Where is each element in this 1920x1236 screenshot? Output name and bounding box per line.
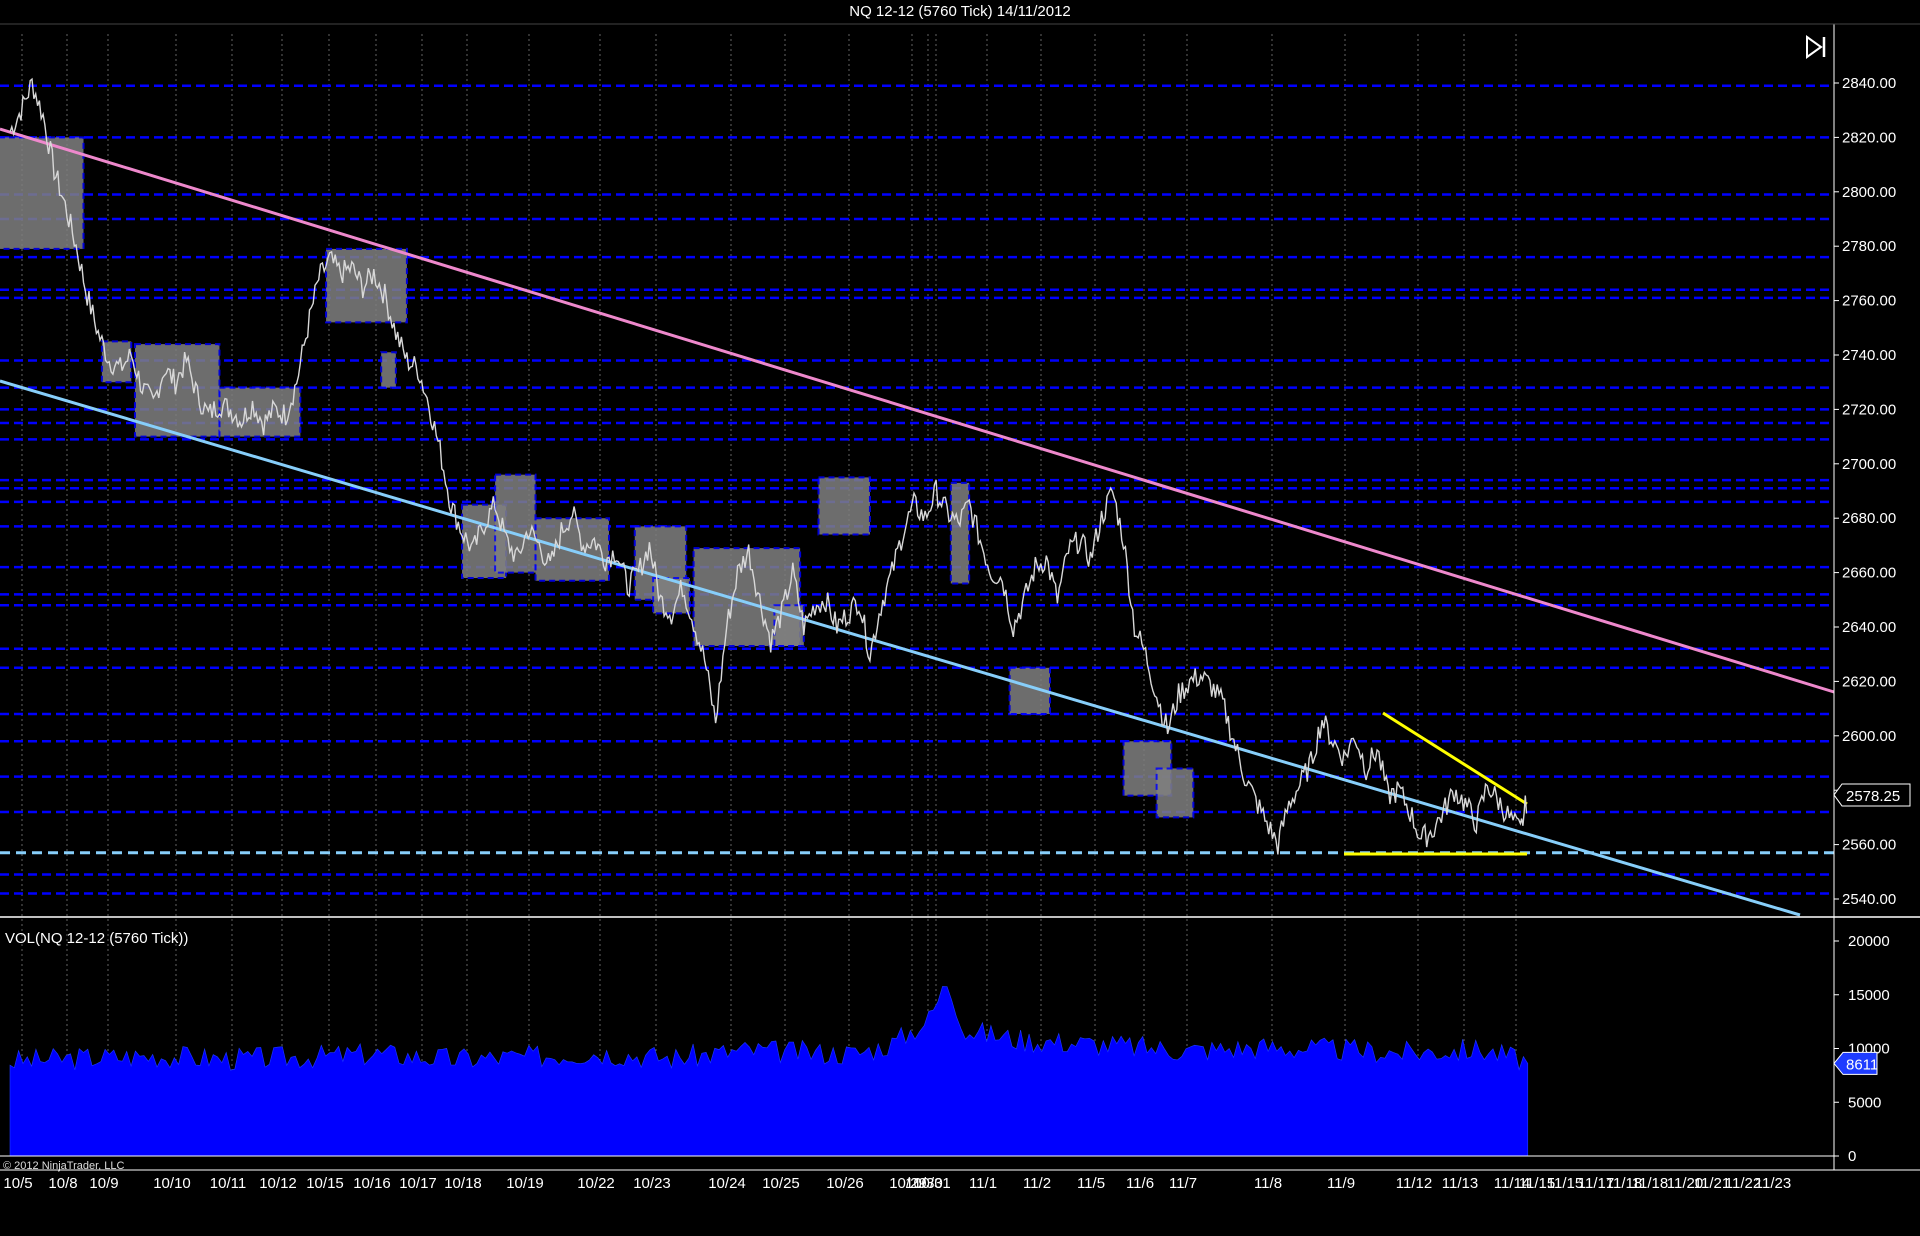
price-tick-label: 2800.00 — [1842, 184, 1896, 201]
price-tick-label: 2620.00 — [1842, 673, 1896, 690]
price-tick-label: 2600.00 — [1842, 728, 1896, 745]
date-label: 10/25 — [762, 1175, 800, 1192]
volume-tick-label: 0 — [1848, 1148, 1856, 1165]
value-area-box — [218, 386, 302, 438]
price-tick-label: 2780.00 — [1842, 238, 1896, 255]
date-label: 10/23 — [633, 1175, 671, 1192]
date-label: 10/16 — [353, 1175, 391, 1192]
date-label: 10/9 — [89, 1175, 118, 1192]
value-area-box — [1155, 767, 1195, 819]
date-label: 11/1 — [969, 1175, 997, 1192]
price-tick-label: 2840.00 — [1842, 75, 1896, 92]
last-volume-label: 8611 — [1846, 1056, 1878, 1073]
axes: 10/5 10/8 10/9 10/10 10/11 10/12 10/15 10/16 10/… — [0, 23, 1920, 1192]
date-label: 10/18 — [444, 1175, 482, 1192]
value-area-boxes — [0, 136, 1195, 819]
triangle-upper-line — [1382, 711, 1528, 806]
date-label: 10/22 — [577, 1175, 615, 1192]
value-area-box — [0, 136, 85, 250]
date-label: 10/26 — [826, 1175, 864, 1192]
date-label: 11/13 — [1442, 1175, 1478, 1192]
price-tick-label: 2540.00 — [1842, 891, 1896, 908]
date-label: 10/10 — [153, 1175, 191, 1192]
trendlines — [0, 127, 1835, 917]
date-label: 10/24 — [708, 1175, 746, 1192]
price-line — [9, 77, 1528, 855]
date-label: 10/19 — [506, 1175, 544, 1192]
price-tick-label: 2560.00 — [1842, 837, 1896, 854]
date-label: 10/5 — [3, 1175, 32, 1192]
price-tick-label: 2720.00 — [1842, 401, 1896, 418]
price-tick-label: 2820.00 — [1842, 129, 1896, 146]
date-label: 10/17 — [399, 1175, 437, 1192]
date-label: 11/23 — [1755, 1175, 1791, 1192]
price-tick-label: 2760.00 — [1842, 293, 1896, 310]
volume-series — [9, 986, 1529, 1157]
date-label: 10/31 — [913, 1175, 951, 1192]
price-tick-label: 2660.00 — [1842, 565, 1896, 582]
horizontal-levels — [0, 84, 1834, 895]
date-label: 10/12 — [259, 1175, 297, 1192]
price-volume-chart: 10/5 10/8 10/9 10/10 10/11 10/12 10/15 10/16 10/… — [0, 23, 1920, 1192]
price-tick-label: 2640.00 — [1842, 619, 1896, 636]
date-label: 11/18 — [1632, 1175, 1668, 1192]
date-label: 11/7 — [1169, 1175, 1197, 1192]
date-label: 10/11 — [210, 1175, 246, 1192]
date-label: 11/9 — [1327, 1175, 1355, 1192]
price-tick-label: 2700.00 — [1842, 456, 1896, 473]
value-area-box — [325, 247, 408, 324]
last-price-label: 2578.25 — [1846, 788, 1900, 805]
value-area-box — [133, 343, 221, 438]
date-label: 11/8 — [1254, 1175, 1282, 1192]
price-tick-label: 2680.00 — [1842, 510, 1896, 527]
value-area-box — [380, 351, 397, 389]
date-label: 11/12 — [1396, 1175, 1432, 1192]
date-label: 10/8 — [48, 1175, 77, 1192]
date-label: 10/15 — [306, 1175, 344, 1192]
value-area-box — [949, 481, 971, 585]
volume-tick-label: 20000 — [1848, 933, 1890, 950]
date-label: 11/5 — [1077, 1175, 1105, 1192]
volume-tick-label: 5000 — [1848, 1094, 1881, 1111]
volume-tick-label: 15000 — [1848, 987, 1890, 1004]
value-area-box — [817, 476, 871, 536]
date-label: 11/2 — [1023, 1175, 1051, 1192]
price-series — [9, 77, 1528, 855]
date-label: 11/6 — [1126, 1175, 1154, 1192]
volume-area — [9, 986, 1529, 1157]
price-tick-label: 2740.00 — [1842, 347, 1896, 364]
